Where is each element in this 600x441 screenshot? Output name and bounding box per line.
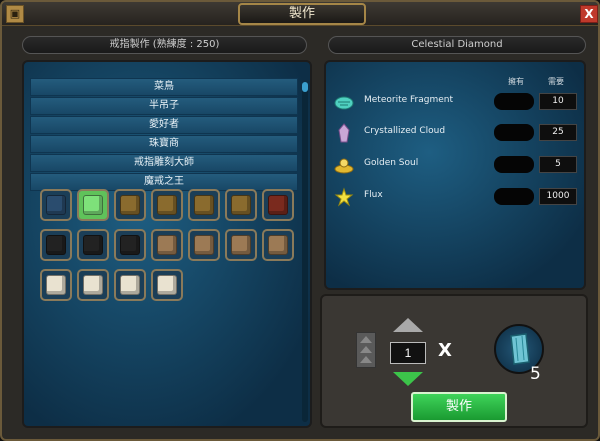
recipe-slot[interactable]: [40, 189, 72, 221]
recipe-slot[interactable]: [151, 189, 183, 221]
recipe-slot[interactable]: [151, 269, 183, 301]
needed-column-header: 需要: [548, 77, 564, 86]
recipe-category-list: 菜鳥 半吊子 愛好者 珠寶商 戒指雕刻大師 魔戒之王: [30, 78, 298, 192]
ring-cube-icon: [157, 195, 177, 215]
recipe-category-item[interactable]: 戒指雕刻大師: [30, 154, 298, 172]
tan-cube-icon: [268, 235, 288, 255]
recipe-category-item[interactable]: 菜鳥: [30, 78, 298, 96]
needed-amount: 1000: [539, 188, 577, 205]
black-cube-icon: [83, 235, 103, 255]
crafting-window: ▣ 製作 X 戒指製作 (熟練度 : 250) Celestial Diamon…: [0, 0, 600, 441]
dark-ring-icon: [46, 195, 66, 215]
quantity-input[interactable]: [390, 342, 426, 364]
owned-amount-box: [494, 156, 534, 173]
scroll-thumb[interactable]: [302, 82, 308, 92]
title-bar[interactable]: ▣ 製作 X: [2, 2, 598, 26]
black-cube-icon: [46, 235, 66, 255]
white-cube-icon: [120, 275, 140, 295]
ring-cube-icon: [194, 195, 214, 215]
recipe-slot[interactable]: [114, 269, 146, 301]
ring-cube-icon: [268, 195, 288, 215]
recipe-slot[interactable]: [77, 269, 109, 301]
result-count: 5: [530, 364, 541, 384]
recipe-slot[interactable]: [151, 229, 183, 261]
tan-cube-icon: [194, 235, 214, 255]
flux-icon: [334, 187, 354, 207]
recipe-slot[interactable]: [188, 229, 220, 261]
chevron-up-icon: [360, 336, 372, 343]
tan-cube-icon: [231, 235, 251, 255]
materials-panel: 擁有 需要 Meteorite Fragment 10 Crystallized…: [324, 60, 586, 290]
left-panel-header: 戒指製作 (熟練度 : 250): [22, 36, 307, 54]
recipe-category-item[interactable]: 珠寶商: [30, 135, 298, 153]
material-name: Golden Soul: [364, 158, 419, 168]
recipe-slot[interactable]: [188, 189, 220, 221]
needed-amount: 5: [539, 156, 577, 173]
golden-soul-icon: [334, 155, 354, 175]
recipe-slot[interactable]: [114, 189, 146, 221]
recipe-slot[interactable]: [225, 189, 257, 221]
decrease-quantity-arrow[interactable]: [393, 372, 423, 386]
recipe-scrollbar[interactable]: [302, 82, 308, 422]
crystal-cloud-icon: [334, 123, 354, 143]
recipe-slot[interactable]: [77, 189, 109, 221]
material-row: Flux 1000: [334, 185, 584, 209]
owned-amount-box: [494, 188, 534, 205]
recipe-slot[interactable]: [40, 229, 72, 261]
black-cube-icon: [120, 235, 140, 255]
chevron-up-icon: [360, 356, 372, 363]
needed-amount: 25: [539, 124, 577, 141]
window-title: 製作: [238, 3, 366, 25]
ring-cube-icon: [120, 195, 140, 215]
needed-amount: 10: [539, 93, 577, 110]
owned-column-header: 擁有: [508, 77, 524, 86]
recipe-slot[interactable]: [77, 229, 109, 261]
recipe-category-item[interactable]: 愛好者: [30, 116, 298, 134]
white-cube-icon: [157, 275, 177, 295]
material-row: Meteorite Fragment 10: [334, 90, 584, 114]
owned-amount-box: [494, 124, 534, 141]
material-name: Meteorite Fragment: [364, 95, 453, 105]
owned-amount-box: [494, 93, 534, 110]
increase-quantity-arrow[interactable]: [393, 318, 423, 332]
ring-cube-icon: [231, 195, 251, 215]
max-quantity-button[interactable]: [356, 332, 376, 368]
material-row: Crystallized Cloud 25: [334, 121, 584, 145]
recipe-slot[interactable]: [225, 229, 257, 261]
material-name: Crystallized Cloud: [364, 126, 446, 136]
white-cube-icon: [46, 275, 66, 295]
white-cube-icon: [83, 275, 103, 295]
menu-icon[interactable]: ▣: [6, 5, 24, 23]
tan-cube-icon: [157, 235, 177, 255]
meteorite-icon: [334, 92, 354, 112]
multiply-sign: X: [438, 340, 452, 361]
material-name: Flux: [364, 190, 383, 200]
craft-button[interactable]: 製作: [411, 392, 507, 422]
recipe-slot[interactable]: [40, 269, 72, 301]
right-panel-header: Celestial Diamond: [328, 36, 586, 54]
material-row: Golden Soul 5: [334, 153, 584, 177]
recipe-slot[interactable]: [262, 189, 294, 221]
recipe-slot[interactable]: [114, 229, 146, 261]
recipe-slot[interactable]: [262, 229, 294, 261]
close-button[interactable]: X: [580, 5, 598, 23]
chevron-up-icon: [360, 346, 372, 353]
recipe-category-item[interactable]: 半吊子: [30, 97, 298, 115]
green-ring-icon: [83, 195, 103, 215]
